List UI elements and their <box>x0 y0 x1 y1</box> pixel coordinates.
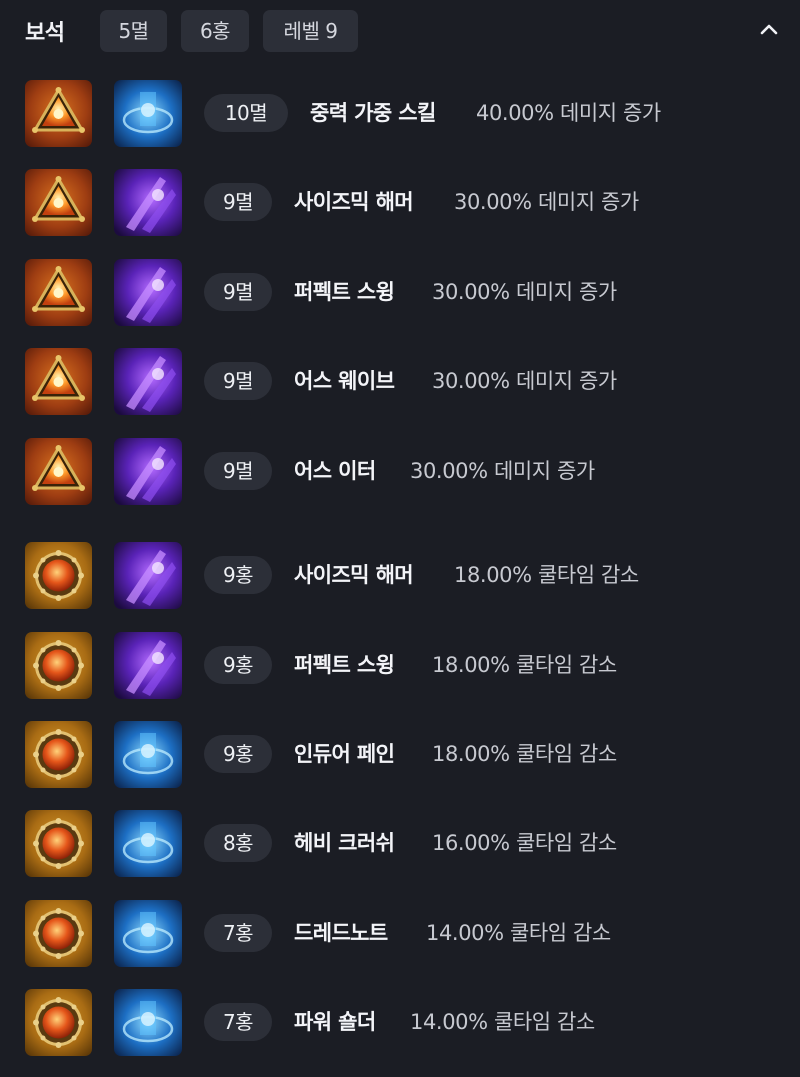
earth-wave-icon[interactable] <box>114 348 182 415</box>
gem-effect: 14.00% 쿨타임 감소 <box>426 921 611 945</box>
gem-level-badge: 10멸 <box>204 94 288 132</box>
earth-eater-icon[interactable] <box>114 438 182 505</box>
gem-effect: 30.00% 데미지 증가 <box>410 459 595 483</box>
gem-row[interactable]: 7홍 드레드노트 14.00% 쿨타임 감소 <box>0 898 800 968</box>
skill-name: 중력 가중 스킬 <box>310 101 436 125</box>
gem-row[interactable]: 9멸 사이즈믹 해머 30.00% 데미지 증가 <box>0 167 800 237</box>
skill-name: 퍼펙트 스윙 <box>294 653 395 677</box>
gem-row[interactable]: 9홍 사이즈믹 해머 18.00% 쿨타임 감소 <box>0 540 800 610</box>
gem-level-badge: 9멸 <box>204 183 272 221</box>
gravity-skill-icon[interactable] <box>114 80 182 147</box>
annihilation-gem-icon[interactable] <box>25 438 92 505</box>
gem-effect: 18.00% 쿨타임 감소 <box>454 563 639 587</box>
skill-name: 헤비 크러쉬 <box>294 831 395 855</box>
heavy-crush-icon[interactable] <box>114 810 182 877</box>
gem-row[interactable]: 10멸 중력 가중 스킬 40.00% 데미지 증가 <box>0 78 800 148</box>
panel-title: 보석 <box>25 21 65 46</box>
gem-effect: 16.00% 쿨타임 감소 <box>432 831 617 855</box>
annihilation-gem-icon[interactable] <box>25 169 92 236</box>
gem-effect: 18.00% 쿨타임 감소 <box>432 742 617 766</box>
gem-level-badge: 9홍 <box>204 556 272 594</box>
skill-name: 어스 웨이브 <box>294 369 395 393</box>
gem-panel: 보석 5멸 6홍 레벨 9 10멸 중력 가중 스킬 40.00% 데미지 증가… <box>0 0 800 1077</box>
crimson-count-chip: 6홍 <box>181 10 249 52</box>
skill-name: 드레드노트 <box>294 921 388 945</box>
annihilation-gem-icon[interactable] <box>25 259 92 326</box>
gem-row[interactable]: 9멸 퍼펙트 스윙 30.00% 데미지 증가 <box>0 257 800 327</box>
annihilation-gem-icon[interactable] <box>25 80 92 147</box>
crimson-gem-icon[interactable] <box>25 900 92 967</box>
perfect-swing-icon[interactable] <box>114 259 182 326</box>
skill-name: 사이즈믹 해머 <box>294 563 414 587</box>
perfect-swing-icon[interactable] <box>114 632 182 699</box>
annihilation-count-chip: 5멸 <box>100 10 167 52</box>
gem-row[interactable]: 7홍 파워 숄더 14.00% 쿨타임 감소 <box>0 987 800 1057</box>
seismic-hammer-icon[interactable] <box>114 542 182 609</box>
crimson-gem-icon[interactable] <box>25 542 92 609</box>
gem-level-badge: 9멸 <box>204 362 272 400</box>
crimson-gem-icon[interactable] <box>25 721 92 788</box>
gem-level-chip: 레벨 9 <box>263 10 358 52</box>
gem-level-badge: 9멸 <box>204 452 272 490</box>
gem-level-badge: 9멸 <box>204 273 272 311</box>
gem-panel-header: 보석 5멸 6홍 레벨 9 <box>0 0 800 62</box>
seismic-hammer-icon[interactable] <box>114 169 182 236</box>
gem-level-badge: 9홍 <box>204 735 272 773</box>
gem-row[interactable]: 9멸 어스 이터 30.00% 데미지 증가 <box>0 436 800 506</box>
gem-row[interactable]: 9홍 퍼펙트 스윙 18.00% 쿨타임 감소 <box>0 630 800 700</box>
skill-name: 어스 이터 <box>294 459 376 483</box>
skill-name: 사이즈믹 해머 <box>294 190 414 214</box>
gem-row[interactable]: 9홍 인듀어 페인 18.00% 쿨타임 감소 <box>0 719 800 789</box>
gem-row[interactable]: 8홍 헤비 크러쉬 16.00% 쿨타임 감소 <box>0 808 800 878</box>
gem-effect: 30.00% 데미지 증가 <box>432 280 617 304</box>
collapse-chevron-up-icon[interactable] <box>758 18 780 40</box>
skill-name: 파워 숄더 <box>294 1010 376 1034</box>
skill-name: 인듀어 페인 <box>294 742 395 766</box>
annihilation-gem-icon[interactable] <box>25 348 92 415</box>
crimson-gem-icon[interactable] <box>25 632 92 699</box>
dreadnought-icon[interactable] <box>114 900 182 967</box>
gem-effect: 30.00% 데미지 증가 <box>454 190 639 214</box>
skill-name: 퍼펙트 스윙 <box>294 280 395 304</box>
gem-row[interactable]: 9멸 어스 웨이브 30.00% 데미지 증가 <box>0 346 800 416</box>
gem-level-badge: 9홍 <box>204 646 272 684</box>
gem-effect: 40.00% 데미지 증가 <box>476 101 661 125</box>
gem-effect: 18.00% 쿨타임 감소 <box>432 653 617 677</box>
gem-level-badge: 7홍 <box>204 1003 272 1041</box>
gem-effect: 14.00% 쿨타임 감소 <box>410 1010 595 1034</box>
gem-effect: 30.00% 데미지 증가 <box>432 369 617 393</box>
gem-level-badge: 8홍 <box>204 824 272 862</box>
gem-level-badge: 7홍 <box>204 914 272 952</box>
power-shoulder-icon[interactable] <box>114 989 182 1056</box>
endure-pain-icon[interactable] <box>114 721 182 788</box>
crimson-gem-icon[interactable] <box>25 810 92 877</box>
crimson-gem-icon[interactable] <box>25 989 92 1056</box>
